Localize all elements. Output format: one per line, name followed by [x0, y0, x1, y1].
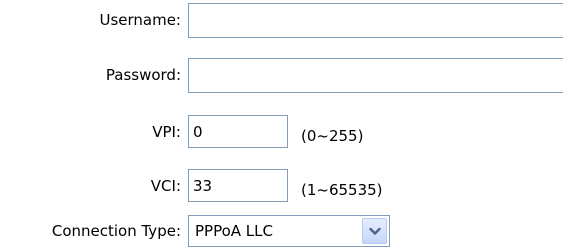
connection-type-label: Connection Type: — [51, 222, 181, 240]
vci-range-hint: (1~65535) — [301, 181, 383, 199]
username-input[interactable] — [188, 3, 563, 38]
vpi-range-hint: (0~255) — [301, 127, 364, 145]
connection-type-selected-value: PPPoA LLC — [195, 222, 273, 240]
password-label: Password: — [105, 66, 181, 84]
chevron-down-icon — [368, 227, 381, 235]
connection-type-row: Connection Type: PPPoA LLC — [0, 213, 563, 248]
username-label: Username: — [99, 11, 181, 29]
connection-type-select[interactable]: PPPoA LLC — [188, 215, 390, 247]
username-row: Username: — [0, 0, 563, 40]
vci-label: VCI: — [150, 177, 181, 195]
vci-input[interactable] — [188, 169, 288, 202]
dropdown-button[interactable] — [362, 218, 387, 244]
vci-row: VCI: (1~65535) — [0, 166, 563, 206]
vpi-input[interactable] — [188, 115, 288, 148]
vpi-row: VPI: (0~255) — [0, 112, 563, 152]
connection-settings-form: Username: Password: VPI: (0~255) VCI: (1… — [0, 0, 563, 248]
vpi-label: VPI: — [152, 123, 181, 141]
password-input[interactable] — [188, 58, 563, 93]
password-row: Password: — [0, 55, 563, 95]
